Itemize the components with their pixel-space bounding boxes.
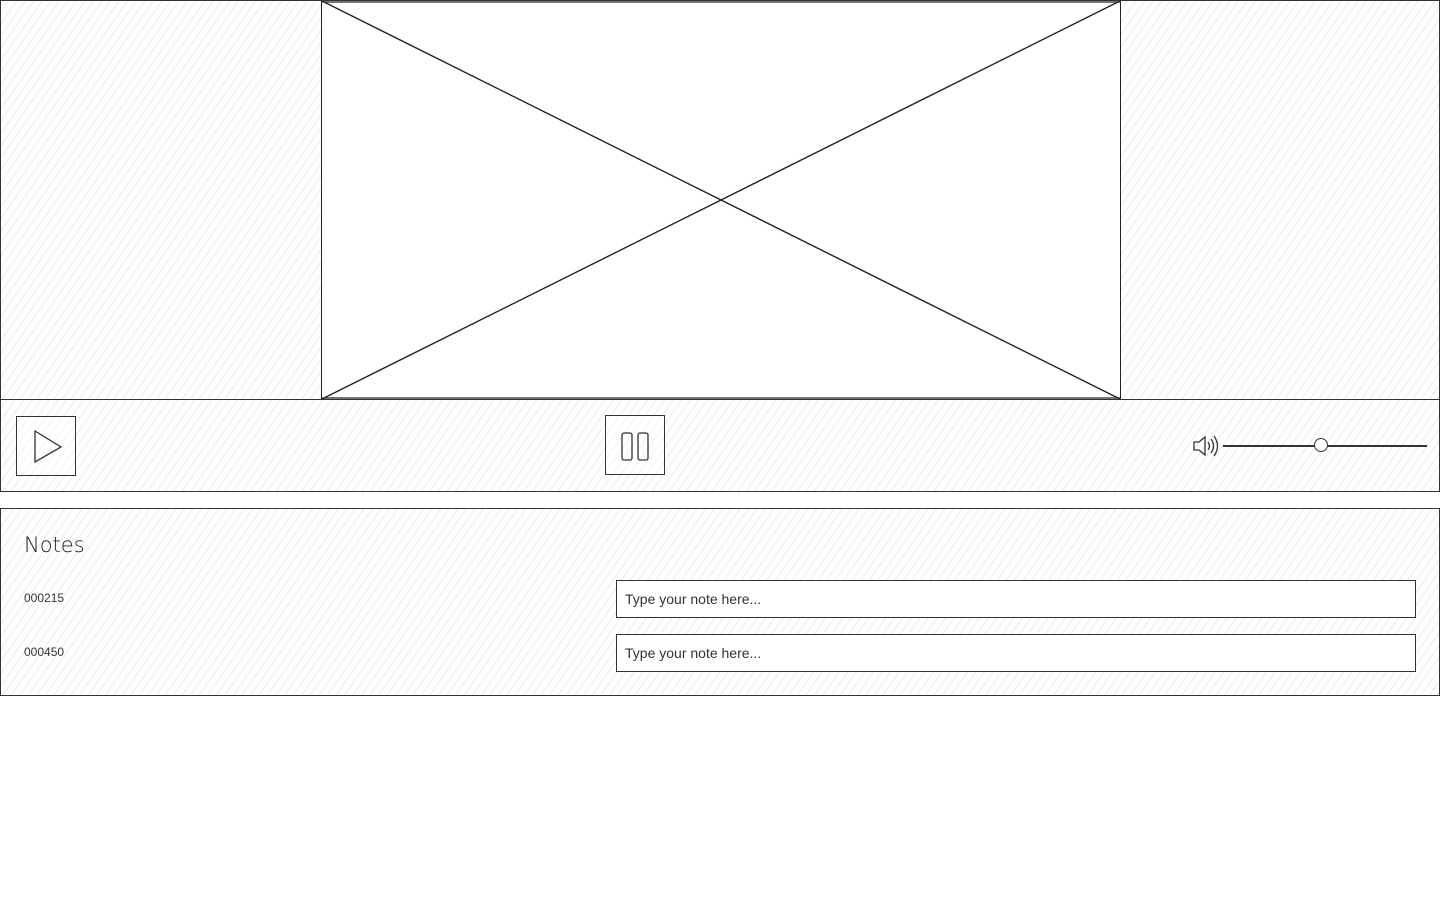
notes-panel: Notes 000215 000450 [0,508,1440,696]
note-input[interactable] [616,580,1416,618]
pause-button[interactable] [605,415,665,475]
note-input[interactable] [616,634,1416,672]
player-controls [0,399,1440,492]
volume-slider[interactable] [1223,436,1427,456]
note-row: 000215 [1,580,1439,620]
pause-icon [621,432,649,461]
note-timestamp: 000215 [24,591,65,605]
image-placeholder-icon [322,1,1120,399]
video-placeholder[interactable] [321,1,1121,399]
video-player [0,0,1440,400]
volume-thumb[interactable] [1314,438,1329,452]
note-row: 000450 [1,634,1439,674]
play-icon [34,429,63,464]
speaker-icon[interactable] [1191,433,1219,459]
play-button[interactable] [16,416,76,476]
notes-title: Notes [24,533,85,557]
note-timestamp: 000450 [24,645,65,659]
